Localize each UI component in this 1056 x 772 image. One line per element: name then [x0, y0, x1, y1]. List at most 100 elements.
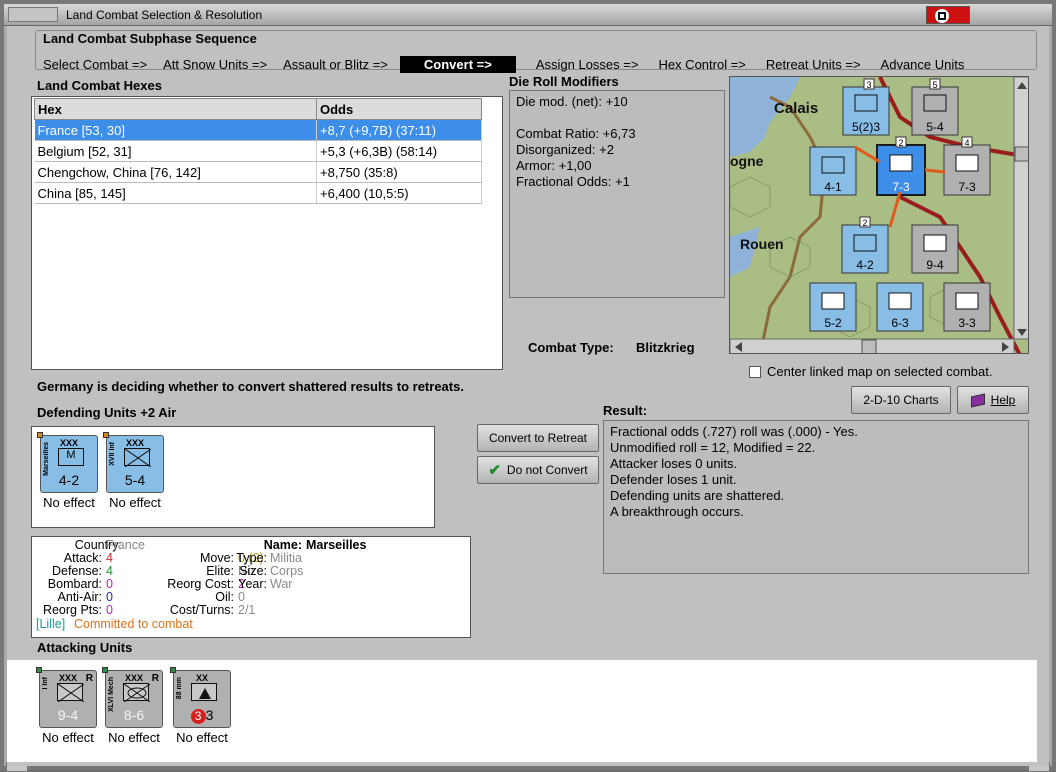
- linked-map[interactable]: Calais ogne Rouen 5(2)3 3 5-4 5 4-1 7-3 …: [729, 76, 1029, 354]
- defense-value: 4: [106, 564, 113, 578]
- attack-value: 4: [106, 551, 113, 565]
- status-message: Germany is deciding whether to convert s…: [37, 379, 464, 394]
- result-line: Defending units are shattered.: [610, 488, 785, 503]
- col-header-hex[interactable]: Hex: [34, 98, 317, 120]
- table-row[interactable]: Belgium [52, 31] +5,3 (+6,3B) (58:14): [34, 140, 482, 162]
- do-not-convert-button[interactable]: ✔ Do not Convert: [477, 456, 599, 484]
- step-select-combat: Select Combat =>: [43, 56, 148, 72]
- center-map-label: Center linked map on selected combat.: [767, 364, 993, 379]
- map-unit[interactable]: 5(2)3 3: [842, 78, 890, 136]
- infantry-symbol-icon: [124, 448, 152, 468]
- map-vscrollbar[interactable]: [1013, 77, 1029, 340]
- unit-name: 88 mm: [176, 677, 183, 700]
- map-unit[interactable]: 5-4 5: [911, 78, 959, 136]
- map-canvas: Calais ogne Rouen 5(2)3 3 5-4 5 4-1 7-3 …: [730, 77, 1029, 354]
- unit-status: Committed to combat: [74, 617, 193, 631]
- col-header-odds[interactable]: Odds: [316, 98, 482, 120]
- svg-text:5-4: 5-4: [926, 120, 944, 134]
- table-row[interactable]: China [85, 145] +6,400 (10,5:5): [34, 182, 482, 204]
- die-mod-line: Die mod. (net): +10: [516, 94, 628, 109]
- table-row[interactable]: Chengchow, China [76, 142] +8,750 (35:8): [34, 161, 482, 183]
- map-unit[interactable]: 7-3 4: [943, 136, 991, 196]
- attack-key: Attack:: [63, 551, 102, 565]
- svg-text:7-3: 7-3: [892, 180, 910, 194]
- attacker-unit-88mm[interactable]: XX 88 mm 33: [170, 667, 231, 728]
- map-unit[interactable]: 9-4: [911, 224, 959, 274]
- attacker-unit-i-inf[interactable]: XXX R I Inf 9-4: [36, 667, 97, 728]
- defense-key: Defense:: [51, 564, 102, 578]
- reserve-marker: R: [85, 673, 93, 684]
- defender-unit-marseilles[interactable]: XXX Marseilles M 4-2: [37, 432, 98, 493]
- charts-button[interactable]: 2-D-10 Charts: [851, 386, 951, 414]
- svg-text:4-1: 4-1: [824, 180, 842, 194]
- map-label-rouen: Rouen: [740, 236, 784, 252]
- combat-type-label: Combat Type:: [528, 340, 614, 355]
- map-unit[interactable]: 4-2 2: [841, 216, 889, 274]
- svg-text:3: 3: [866, 80, 871, 90]
- step-retreat-units: Retreat Units =>: [765, 56, 861, 72]
- defender-effect: No effect: [109, 495, 161, 510]
- system-menu-button[interactable]: [8, 7, 58, 22]
- step-att-snow-units: Att Snow Units =>: [163, 56, 268, 72]
- odds-cell: +8,7 (+9,7B) (37:11): [316, 119, 482, 141]
- unit-strength: 8-6: [123, 707, 145, 723]
- svg-text:6-3: 6-3: [891, 316, 909, 330]
- country-value: France: [106, 538, 145, 552]
- militia-symbol-icon: M: [58, 448, 84, 466]
- die-roll-heading: Die Roll Modifiers: [509, 74, 619, 89]
- center-map-checkbox[interactable]: [749, 366, 761, 378]
- attacker-unit-xlvi-mech[interactable]: XXX R XLVI Mech 8-6: [102, 667, 163, 728]
- die-roll-panel: Die mod. (net): +10 Combat Ratio: +6,73 …: [509, 90, 725, 298]
- help-button[interactable]: Help: [957, 386, 1029, 414]
- svg-text:4: 4: [964, 138, 969, 148]
- odds-cell: +6,400 (10,5:5): [316, 182, 482, 204]
- hex-cell: Belgium [52, 31]: [34, 140, 317, 162]
- convert-to-retreat-button[interactable]: Convert to Retreat: [477, 424, 599, 452]
- step-hex-control: Hex Control =>: [658, 56, 746, 72]
- table-row[interactable]: France [53, 30] +8,7 (+9,7B) (37:11): [34, 119, 482, 141]
- map-unit[interactable]: 6-3: [876, 282, 924, 332]
- antiair-key: Anti-Air:: [57, 590, 102, 604]
- result-line: Attacker loses 0 units.: [610, 456, 738, 471]
- type-key: Type:: [236, 551, 267, 565]
- map-vscroll-thumb[interactable]: [1014, 146, 1029, 162]
- unit-name: XVII Inf: [109, 442, 116, 466]
- hex-cell: China [85, 145]: [34, 182, 317, 204]
- svg-text:4-2: 4-2: [856, 258, 874, 272]
- hex-cell: France [53, 30]: [34, 119, 317, 141]
- dialog-content: Land Combat Subphase Sequence Select Com…: [7, 26, 1049, 766]
- fractional-odds-line: Fractional Odds: +1: [516, 174, 630, 189]
- oil-key: Oil:: [215, 590, 234, 604]
- name-value: Marseilles: [306, 538, 367, 552]
- unit-info-panel: Country: France Attack: 4 Defense: 4 Bom…: [31, 536, 471, 638]
- costturns-value: 2/1: [238, 603, 256, 617]
- costturns-key: Cost/Turns:: [169, 603, 234, 617]
- defender-unit-xvii-inf[interactable]: XXX XVII Inf 5-4: [103, 432, 164, 493]
- attacking-heading: Attacking Units: [37, 640, 133, 655]
- map-hscroll-thumb[interactable]: [861, 339, 877, 354]
- unit-strength: 5-4: [124, 472, 146, 488]
- defending-units-panel: XXX Marseilles M 4-2 No effect XXX XVII …: [31, 426, 435, 528]
- size-value: Corps: [270, 564, 304, 578]
- map-unit[interactable]: 5-2: [809, 282, 857, 332]
- convert-button-label: Convert to Retreat: [488, 431, 588, 445]
- map-unit[interactable]: 4-1: [809, 146, 857, 196]
- step-convert: Convert =>: [399, 55, 516, 73]
- germany-flag-icon: [926, 6, 970, 24]
- unit-name: I Inf: [42, 677, 49, 690]
- map-unit[interactable]: 7-3 2: [876, 136, 926, 196]
- result-panel: Fractional odds (.727) roll was (.000) -…: [603, 420, 1029, 574]
- window-title: Land Combat Selection & Resolution: [66, 8, 263, 22]
- bombard-value: 0: [106, 577, 113, 591]
- subphase-steps: Select Combat => Att Snow Units => Assau…: [43, 55, 980, 73]
- map-unit[interactable]: 3-3: [943, 282, 991, 332]
- dialog-window: Land Combat Selection & Resolution Land …: [0, 0, 1056, 772]
- defending-heading: Defending Units +2 Air: [37, 405, 177, 420]
- result-line: Unmodified roll = 12, Modified = 22.: [610, 440, 816, 455]
- svg-text:5-2: 5-2: [824, 316, 842, 330]
- step-advance-units: Advance Units: [880, 56, 965, 72]
- result-line: Defender loses 1 unit.: [610, 472, 737, 487]
- hex-cell: Chengchow, China [76, 142]: [34, 161, 317, 183]
- odds-cell: +5,3 (+6,3B) (58:14): [316, 140, 482, 162]
- attacker-effect: No effect: [176, 730, 228, 745]
